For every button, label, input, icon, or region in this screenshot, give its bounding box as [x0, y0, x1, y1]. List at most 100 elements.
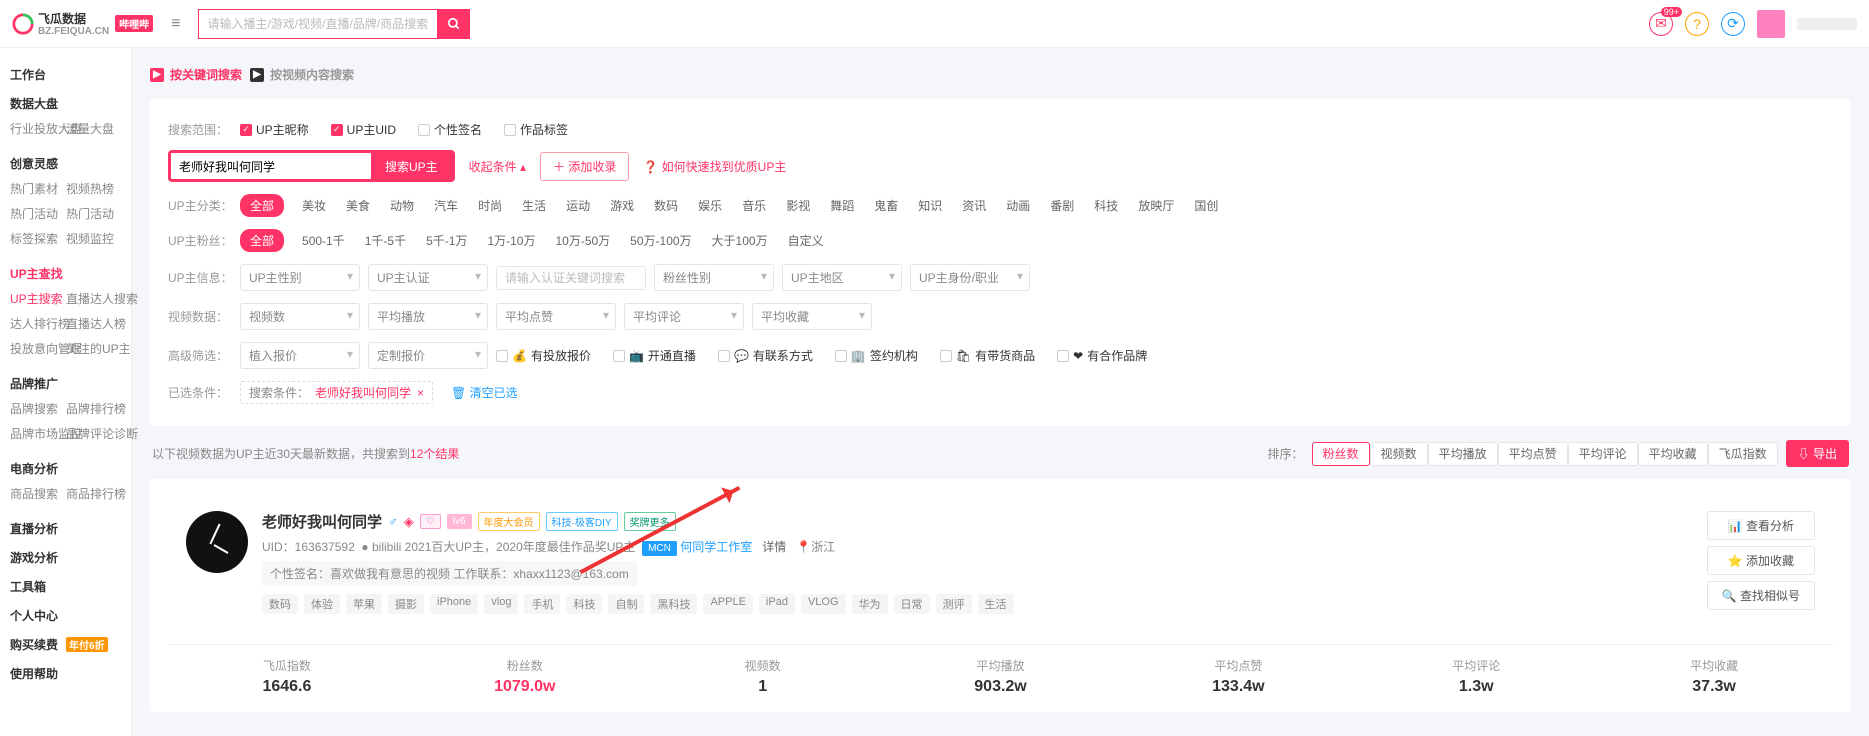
export-button[interactable]: ⇩ 导出 — [1786, 440, 1849, 467]
cat-item[interactable]: 运动 — [556, 196, 600, 216]
sel-vcount[interactable]: 视频数 — [240, 303, 360, 330]
sel-sex[interactable]: UP主性别 — [240, 264, 360, 291]
sidebar-item[interactable]: 品牌排行榜 — [66, 396, 122, 421]
cat-item[interactable]: 汽车 — [424, 196, 468, 216]
cat-item[interactable]: 美食 — [336, 196, 380, 216]
cat-item[interactable]: 影视 — [776, 196, 820, 216]
scope-sign[interactable]: 个性签名 — [418, 121, 482, 138]
cat-item[interactable]: 生活 — [512, 196, 556, 216]
sel-price1[interactable]: 植入报价 — [240, 342, 360, 369]
video-tag[interactable]: iPad — [759, 594, 795, 614]
sidebar-sec-profile[interactable]: 个人中心 — [0, 599, 131, 628]
sel-vfav[interactable]: 平均收藏 — [752, 303, 872, 330]
sidebar-sec-creative[interactable]: 创意灵感 — [0, 147, 131, 176]
sidebar-sec-brand[interactable]: 品牌推广 — [0, 367, 131, 396]
sidebar-item[interactable]: 商品搜索 — [10, 481, 66, 506]
help-icon[interactable]: ? — [1685, 12, 1709, 36]
fans-item[interactable]: 大于100万 — [702, 231, 778, 251]
cat-item[interactable]: 番剧 — [1040, 196, 1084, 216]
mcn-link[interactable]: 何同学工作室 — [680, 540, 752, 554]
video-tag[interactable]: 体验 — [304, 594, 340, 614]
sidebar-item[interactable]: 关注的UP主 — [66, 336, 122, 361]
sort-飞瓜指数[interactable]: 飞瓜指数 — [1708, 442, 1778, 466]
sort-粉丝数[interactable]: 粉丝数 — [1312, 442, 1370, 466]
sidebar-item[interactable]: 热门素材 — [10, 176, 66, 201]
scope-uid[interactable]: ✓UP主UID — [331, 121, 396, 138]
video-tag[interactable]: vlog — [484, 594, 518, 614]
adv-c3[interactable]: 💬 有联系方式 — [718, 347, 813, 364]
top-search-input[interactable] — [198, 9, 438, 39]
video-tag[interactable]: 华为 — [852, 594, 888, 614]
fans-item[interactable]: 自定义 — [778, 231, 834, 251]
cat-item[interactable]: 国创 — [1184, 196, 1228, 216]
sidebar-sec-data[interactable]: 数据大盘 — [0, 87, 131, 116]
sel-area[interactable]: UP主地区 — [782, 264, 902, 291]
video-tag[interactable]: 黑科技 — [650, 594, 697, 614]
sidebar-item[interactable]: 品牌搜索 — [10, 396, 66, 421]
cat-item[interactable]: 时尚 — [468, 196, 512, 216]
sidebar-sec-workspace[interactable]: 工作台 — [0, 58, 131, 87]
cat-item[interactable]: 资讯 — [952, 196, 996, 216]
video-tag[interactable]: 测评 — [936, 594, 972, 614]
sidebar-item[interactable]: 达人排行榜 — [10, 311, 66, 336]
fans-all[interactable]: 全部 — [240, 229, 284, 252]
sel-fantype[interactable]: 粉丝性别 — [654, 264, 774, 291]
video-tag[interactable]: 日常 — [894, 594, 930, 614]
search-input[interactable] — [171, 153, 371, 179]
search-button[interactable]: 搜索UP主 — [371, 153, 452, 179]
avatar[interactable] — [1757, 10, 1785, 38]
cat-item[interactable]: 美妆 — [292, 196, 336, 216]
adv-c1[interactable]: 💰 有投放报价 — [496, 347, 591, 364]
fans-item[interactable]: 500-1千 — [292, 231, 355, 251]
cat-item[interactable]: 数码 — [644, 196, 688, 216]
fans-item[interactable]: 10万-50万 — [545, 231, 620, 251]
sort-平均评论[interactable]: 平均评论 — [1568, 442, 1638, 466]
cat-item[interactable]: 放映厅 — [1128, 196, 1184, 216]
help-link[interactable]: ❓ 如何快速找到优质UP主 — [637, 154, 792, 179]
sidebar-item[interactable]: 视频监控 — [66, 226, 122, 251]
collapse-link[interactable]: 收起条件 ▴ — [463, 154, 532, 179]
sidebar-item[interactable]: 品牌评论诊断 — [66, 421, 122, 446]
tab-video[interactable]: ▶按视频内容搜索 — [250, 66, 354, 83]
sidebar-sec-purchase[interactable]: 购买续费年付6折 — [0, 628, 131, 657]
video-tag[interactable]: 手机 — [524, 594, 560, 614]
up-nickname[interactable]: 老师好我叫何同学 — [262, 511, 382, 532]
sort-平均点赞[interactable]: 平均点赞 — [1498, 442, 1568, 466]
fans-item[interactable]: 50万-100万 — [620, 231, 701, 251]
sidebar-item[interactable]: 热门活动 — [66, 201, 122, 226]
sel-price2[interactable]: 定制报价 — [368, 342, 488, 369]
sort-平均收藏[interactable]: 平均收藏 — [1638, 442, 1708, 466]
sidebar-sec-ecom[interactable]: 电商分析 — [0, 452, 131, 481]
sidebar-item[interactable]: 行业投放大盘 — [10, 116, 66, 141]
sidebar-sec-live[interactable]: 直播分析 — [0, 512, 131, 541]
cat-item[interactable]: 舞蹈 — [820, 196, 864, 216]
tab-keyword[interactable]: ▶按关键词搜索 — [150, 66, 242, 83]
cat-item[interactable]: 游戏 — [600, 196, 644, 216]
video-tag[interactable]: 自制 — [608, 594, 644, 614]
sel-vplay[interactable]: 平均播放 — [368, 303, 488, 330]
sidebar-item[interactable]: 热门活动 — [10, 201, 66, 226]
sel-vlike[interactable]: 平均点赞 — [496, 303, 616, 330]
video-tag[interactable]: VLOG — [801, 594, 846, 614]
sel-job[interactable]: UP主身份/职业 — [910, 264, 1030, 291]
scope-worktag[interactable]: 作品标签 — [504, 121, 568, 138]
up-avatar[interactable] — [186, 511, 248, 573]
cat-item[interactable]: 动画 — [996, 196, 1040, 216]
cat-item[interactable]: 娱乐 — [688, 196, 732, 216]
video-tag[interactable]: APPLE — [703, 594, 752, 614]
sidebar-item[interactable]: 投放意向管理 — [10, 336, 66, 361]
video-tag[interactable]: 数码 — [262, 594, 298, 614]
menu-toggle-icon[interactable]: ≡ — [171, 15, 180, 33]
sidebar-sec-help[interactable]: 使用帮助 — [0, 657, 131, 686]
video-tag[interactable]: 苹果 — [346, 594, 382, 614]
badge-more[interactable]: 奖牌更多 — [624, 512, 676, 531]
refresh-icon[interactable]: ⟳ — [1721, 12, 1745, 36]
cat-item[interactable]: 音乐 — [732, 196, 776, 216]
message-icon[interactable]: ✉ — [1649, 12, 1673, 36]
sidebar-item[interactable]: 标签探索 — [10, 226, 66, 251]
video-tag[interactable]: 生活 — [978, 594, 1014, 614]
sidebar-item[interactable]: 品牌市场监控 — [10, 421, 66, 446]
adv-c5[interactable]: 🛍 有带货商品 — [940, 347, 1035, 364]
add-fav-button[interactable]: ⭐ 添加收藏 — [1707, 546, 1815, 575]
adv-c6[interactable]: ❤ 有合作品牌 — [1057, 347, 1147, 364]
